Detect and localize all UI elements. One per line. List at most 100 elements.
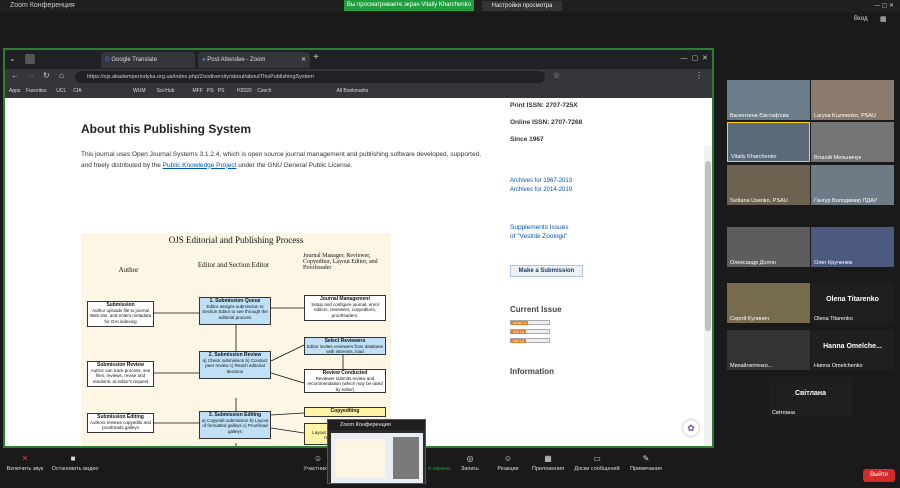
video-icon[interactable]: ■ [68,454,78,463]
whiteboards-button[interactable]: Доски сообщений [572,466,622,472]
home-icon[interactable]: ⌂ [59,71,64,80]
grid-icon[interactable]: ▦ [880,15,887,23]
sidebar: Print ISSN: 2707-725X Online ISSN: 2707-… [510,102,700,376]
thumbnail-title: Zoom Конференция [328,420,425,430]
bookmark-item[interactable]: WUM [133,88,146,94]
participant-tile[interactable]: Larysa Kuzmenko, PSAU [811,80,894,120]
box-review-conducted: Review Conducted Reviewer submits review … [304,369,386,393]
reactions-icon[interactable]: ☺ [503,454,513,463]
box-submission: Submission Author uploads file to journal… [87,301,154,327]
main-content: About this Publishing System This journa… [81,122,481,171]
zoom-title-bar: Zoom Конференция Вы просматриваете экран… [0,0,900,12]
participants-icon[interactable]: ☺ [313,454,323,463]
bookmark-item[interactable]: MFF [192,88,202,94]
page-scrollbar[interactable] [704,146,712,446]
record-button[interactable]: Запись [455,466,485,472]
leave-button[interactable]: Выйти [863,469,895,482]
apps-icon[interactable]: ▦ [543,454,553,463]
reload-icon[interactable]: ↻ [43,71,50,80]
unmute-button[interactable]: Включить звук [4,466,46,472]
tab-google-translate[interactable]: G Google Translate [101,52,195,68]
view-options-button[interactable]: Настройки просмотра [482,1,562,11]
print-issn: Print ISSN: 2707-725X [510,102,578,109]
bookmark-item[interactable]: Sci-Hub [157,88,175,94]
bookmark-item[interactable]: All Bookmarks [336,88,368,94]
current-issue-heading: Current Issue [510,305,562,314]
notes-button[interactable]: Примечания [627,466,665,472]
bookmark-item[interactable]: Apps [9,88,20,94]
bookmark-item[interactable]: CIA [73,88,81,94]
participant-tile[interactable]: Гангур Володимир ПДАУ [811,165,894,205]
bookmark-item[interactable]: Favorites [26,88,47,94]
intro-paragraph: This journal uses Open Journal Systems 3… [81,151,481,169]
participant-tile[interactable]: Svitlana Usenko, PSAU [727,165,810,205]
zoom-window-title: Zoom Конференция [10,2,75,9]
tab-group-icon[interactable] [25,54,35,64]
box-author-review: Submission Review Author can track proces… [87,361,154,387]
box-copyediting: Copyediting [304,407,386,417]
participant-tile-active[interactable]: Vitaliy Kharchenko [727,122,810,162]
box-select-reviewers: Select Reviewers Editor invites reviewers… [304,337,386,355]
participant-tile[interactable]: Михайлютенко... [727,330,810,370]
participant-tile[interactable]: Олег Крученюк [811,227,894,267]
forward-icon[interactable]: → [27,71,35,80]
browser-tab-strip: ⌄ G Google Translate ● Post Attendee - Z… [5,50,712,69]
menu-icon[interactable]: ⋮ [695,71,703,80]
supplements-link-1[interactable]: Supplements Issues [510,223,700,232]
mic-muted-icon[interactable]: ✕ [20,454,30,463]
participant-tile[interactable]: Олександр Долгін [727,227,810,267]
thumbnail-preview [331,433,423,483]
window-controls[interactable]: — ▢ ✕ [874,2,894,9]
box-submission-editing: 3. Submission Editing a) Copyedit submiss… [199,411,271,439]
url-field[interactable]: https://ojs.akademperiodyka.org.ua/index… [75,71,545,83]
column-editor: Editor and Section Editor [197,261,270,269]
bookmark-item[interactable]: Czech [257,88,271,94]
stop-video-button[interactable]: Остановить видео [50,466,100,472]
information-heading: Information [510,367,554,376]
notes-icon[interactable]: ✎ [641,454,651,463]
ojs-process-diagram: OJS Editorial and Publishing Process Aut… [81,233,391,446]
apps-button[interactable]: Приложения [527,466,569,472]
assistant-icon[interactable]: ✿ [683,420,699,436]
box-submission-review: 2. Submission Review a) Check submission … [199,351,271,379]
archives-link-1[interactable]: Archives for 1967-2013 [510,177,700,186]
tab-post-attendee[interactable]: ● Post Attendee - Zoom ✕ [198,52,310,68]
meeting-toolbar: ✕ Включить звук ■ Остановить видео ☺ Уча… [0,452,900,488]
whiteboard-icon[interactable]: ▭ [592,454,602,463]
participants-button[interactable]: Участник [300,466,330,472]
thumbnail-gallery [393,437,419,479]
participant-tile[interactable]: Olena Titarenko Olena Titarenko [811,283,894,323]
box-author-editing: Submission Editing Authors reviews copyed… [87,413,154,433]
bookmark-star-icon[interactable]: ☆ [553,71,560,80]
bookmark-item[interactable]: PS [207,88,214,94]
tab-search-icon[interactable]: ⌄ [9,54,16,63]
scrollbar-thumb[interactable] [705,161,711,331]
participant-tile[interactable]: Валентина Євстаф'єва [727,80,810,120]
make-submission-button[interactable]: Make a Submission [510,265,583,277]
shared-browser-window: ⌄ G Google Translate ● Post Attendee - Z… [3,48,714,448]
box-journal-management: Journal Management Setup and configure jo… [304,295,386,321]
reactions-button[interactable]: Реакции [493,466,523,472]
screen-share-thumbnail[interactable]: Zoom Конференция [327,419,426,484]
participant-tile[interactable]: Сергій Кулинич [727,283,810,323]
browser-window-controls[interactable]: — ▢ ✕ [681,54,708,62]
bookmark-item[interactable]: UCL [56,88,66,94]
participant-tile[interactable]: Hanna Omelche... Hanna Omelchenko [811,330,894,370]
new-tab-icon[interactable]: + [313,52,319,63]
web-page: About this Publishing System This journa… [5,98,712,446]
column-author: Author [118,266,139,274]
pkp-link[interactable]: Public Knowledge Project [163,162,237,169]
share-screen-button[interactable]: я экрана [426,466,452,472]
participant-tile[interactable]: Віталій Мельничук [811,122,894,162]
participant-tile[interactable]: Світлана Світлана [769,377,852,417]
back-icon[interactable]: ← [11,71,19,80]
archives-link-2[interactable]: Archives for 2014-2019 [510,186,700,195]
bookmark-item[interactable]: H2020 [237,88,252,94]
column-journal-manager: Journal Manager, Reviewer, Copyeditor, L… [303,253,378,271]
record-icon[interactable]: ◎ [465,454,475,463]
sharing-banner: Вы просматриваете экран Vitaliy Kharchen… [344,0,474,11]
enter-button[interactable]: Вход [854,16,868,22]
close-tab-icon[interactable]: ✕ [301,52,306,68]
bookmark-item[interactable]: PS [218,88,225,94]
supplements-link-2[interactable]: of "Vestnik Zoologii" [510,232,700,241]
